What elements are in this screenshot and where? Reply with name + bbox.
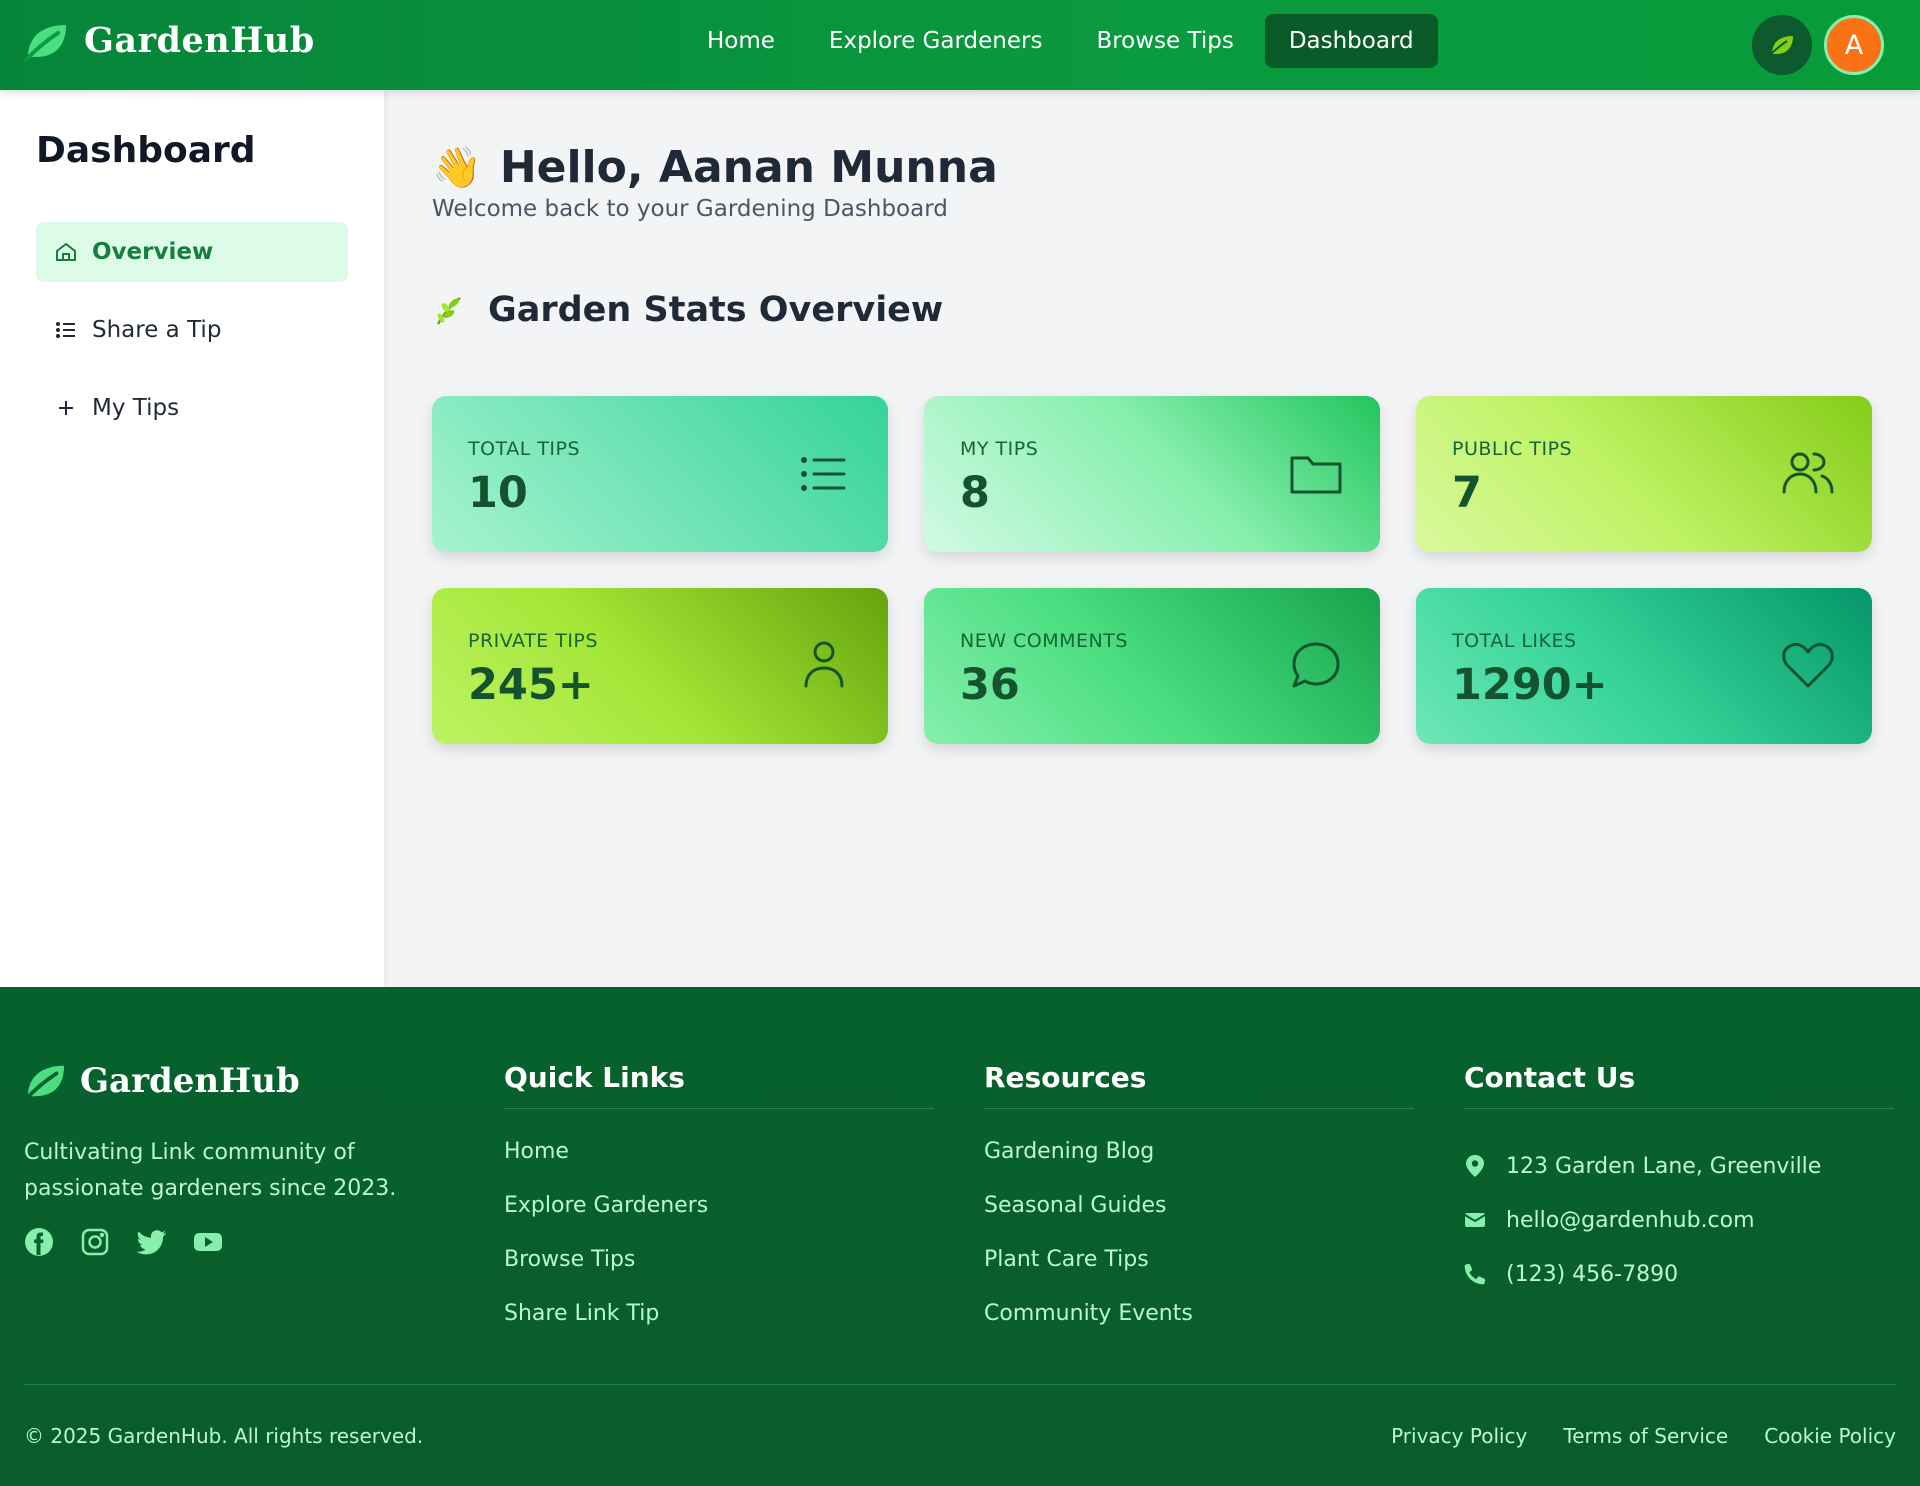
footer-link-home[interactable]: Home — [504, 1139, 934, 1193]
stat-value: 1290+ — [1452, 660, 1608, 710]
footer-resources: Resources Gardening Blog Seasonal Guides… — [984, 1061, 1414, 1355]
sidebar-title: Dashboard — [36, 130, 256, 171]
greeting-heading: Hello, Aanan Munna — [499, 142, 998, 193]
stat-card-total-likes[interactable]: TOTAL LIKES 1290+ — [1416, 588, 1872, 744]
footer-link-share-tip[interactable]: Share Link Tip — [504, 1301, 934, 1355]
folder-icon — [1290, 456, 1342, 494]
stat-value: 245+ — [468, 660, 594, 710]
stat-card-total-tips[interactable]: TOTAL TIPS 10 — [432, 396, 888, 552]
twitter-icon[interactable] — [136, 1227, 166, 1257]
sidebar-item-label: Share a Tip — [92, 317, 222, 343]
user-icon — [804, 641, 844, 688]
privacy-policy-link[interactable]: Privacy Policy — [1391, 1424, 1527, 1448]
footer-section-title: Quick Links — [504, 1061, 934, 1109]
home-icon — [56, 242, 76, 261]
footer-description: Cultivating Link community of passionate… — [24, 1140, 397, 1201]
contact-address: 123 Garden Lane, Greenville — [1464, 1139, 1894, 1193]
nav-explore-gardeners[interactable]: Explore Gardeners — [802, 12, 1070, 70]
sidebar-item-label: My Tips — [92, 395, 180, 421]
leaf-logo-icon — [24, 1065, 65, 1100]
contact-email-text: hello@gardenhub.com — [1506, 1207, 1755, 1233]
map-pin-icon — [1466, 1155, 1484, 1177]
sidebar-item-share-tip[interactable]: Share a Tip — [36, 300, 348, 360]
phone-icon — [1464, 1263, 1486, 1285]
envelope-icon — [1464, 1213, 1486, 1227]
stat-value: 36 — [960, 660, 1020, 710]
stat-label: NEW COMMENTS — [960, 630, 1128, 652]
stat-value: 7 — [1452, 468, 1482, 518]
brand-name: GardenHub — [84, 20, 315, 61]
stat-card-public-tips[interactable]: PUBLIC TIPS 7 — [1416, 396, 1872, 552]
list-icon — [801, 457, 846, 491]
stat-label: TOTAL LIKES — [1452, 630, 1577, 652]
footer-quick-links: Quick Links Home Explore Gardeners Brows… — [504, 1061, 934, 1355]
stat-card-new-comments[interactable]: NEW COMMENTS 36 — [924, 588, 1380, 744]
contact-address-text: 123 Garden Lane, Greenville — [1506, 1153, 1822, 1179]
footer-brand-name: GardenHub — [80, 1061, 300, 1101]
heart-icon — [1782, 642, 1834, 688]
sidebar-item-my-tips[interactable]: My Tips — [36, 378, 348, 438]
contact-email[interactable]: hello@gardenhub.com — [1464, 1193, 1894, 1247]
social-links — [24, 1227, 224, 1257]
legal-links: Privacy Policy Terms of Service Cookie P… — [1391, 1424, 1896, 1448]
stats-title: Garden Stats Overview — [488, 290, 944, 330]
sidebar-item-overview[interactable]: Overview — [36, 222, 348, 282]
cookie-policy-link[interactable]: Cookie Policy — [1764, 1424, 1896, 1448]
stat-card-private-tips[interactable]: PRIVATE TIPS 245+ — [432, 588, 888, 744]
sidebar: Dashboard Overview Share a Tip My Tips — [0, 90, 384, 987]
stat-label: PUBLIC TIPS — [1452, 438, 1573, 460]
greeting-row: 👋 Hello, Aanan Munna — [432, 142, 998, 193]
top-navbar: GardenHub Home Explore Gardeners Browse … — [0, 0, 1920, 90]
plus-icon — [59, 401, 73, 415]
main-nav: Home Explore Gardeners Browse Tips Dashb… — [680, 12, 1438, 70]
footer-link-plant-care-tips[interactable]: Plant Care Tips — [984, 1247, 1414, 1301]
waving-hand-icon: 👋 — [432, 145, 482, 191]
brand-logo[interactable]: GardenHub — [24, 20, 315, 61]
copyright-text: © 2025 GardenHub. All rights reserved. — [24, 1424, 424, 1448]
footer-link-community-events[interactable]: Community Events — [984, 1301, 1414, 1355]
user-avatar[interactable]: A — [1824, 15, 1884, 75]
footer-link-gardening-blog[interactable]: Gardening Blog — [984, 1139, 1414, 1193]
footer-link-explore-gardeners[interactable]: Explore Gardeners — [504, 1193, 934, 1247]
stat-label: PRIVATE TIPS — [468, 630, 598, 652]
footer-link-seasonal-guides[interactable]: Seasonal Guides — [984, 1193, 1414, 1247]
nav-browse-tips[interactable]: Browse Tips — [1069, 12, 1260, 70]
stat-value: 10 — [468, 468, 528, 518]
header-actions: A — [1752, 15, 1884, 75]
stat-card-my-tips[interactable]: MY TIPS 8 — [924, 396, 1380, 552]
users-icon — [1782, 452, 1834, 494]
nav-home[interactable]: Home — [680, 12, 802, 70]
footer-section-title: Contact Us — [1464, 1061, 1894, 1109]
instagram-icon[interactable] — [80, 1227, 110, 1257]
terms-of-service-link[interactable]: Terms of Service — [1563, 1424, 1728, 1448]
footer-divider — [24, 1384, 1896, 1385]
footer-link-browse-tips[interactable]: Browse Tips — [504, 1247, 934, 1301]
list-icon — [56, 322, 75, 338]
contact-phone[interactable]: (123) 456-7890 — [1464, 1247, 1894, 1301]
footer-contact: Contact Us 123 Garden Lane, Greenville h… — [1464, 1061, 1894, 1301]
facebook-icon[interactable] — [24, 1227, 54, 1257]
stat-value: 8 — [960, 468, 990, 518]
leaf-logo-icon — [24, 24, 66, 61]
leaf-icon — [1769, 36, 1793, 56]
leaf-button[interactable] — [1752, 15, 1812, 75]
footer-section-title: Resources — [984, 1061, 1414, 1109]
site-footer: GardenHub Cultivating Link community of … — [0, 987, 1920, 1486]
nav-dashboard[interactable]: Dashboard — [1264, 14, 1438, 68]
youtube-icon[interactable] — [192, 1227, 224, 1257]
contact-phone-text: (123) 456-7890 — [1506, 1261, 1679, 1287]
stats-header: Garden Stats Overview — [432, 290, 943, 330]
sidebar-item-label: Overview — [92, 239, 214, 265]
footer-brand[interactable]: GardenHub — [24, 1061, 300, 1101]
stat-label: TOTAL TIPS — [468, 438, 581, 460]
welcome-text: Welcome back to your Gardening Dashboard — [432, 196, 948, 222]
herb-icon — [436, 297, 461, 325]
comment-icon — [1292, 642, 1340, 688]
stat-label: MY TIPS — [960, 438, 1039, 460]
